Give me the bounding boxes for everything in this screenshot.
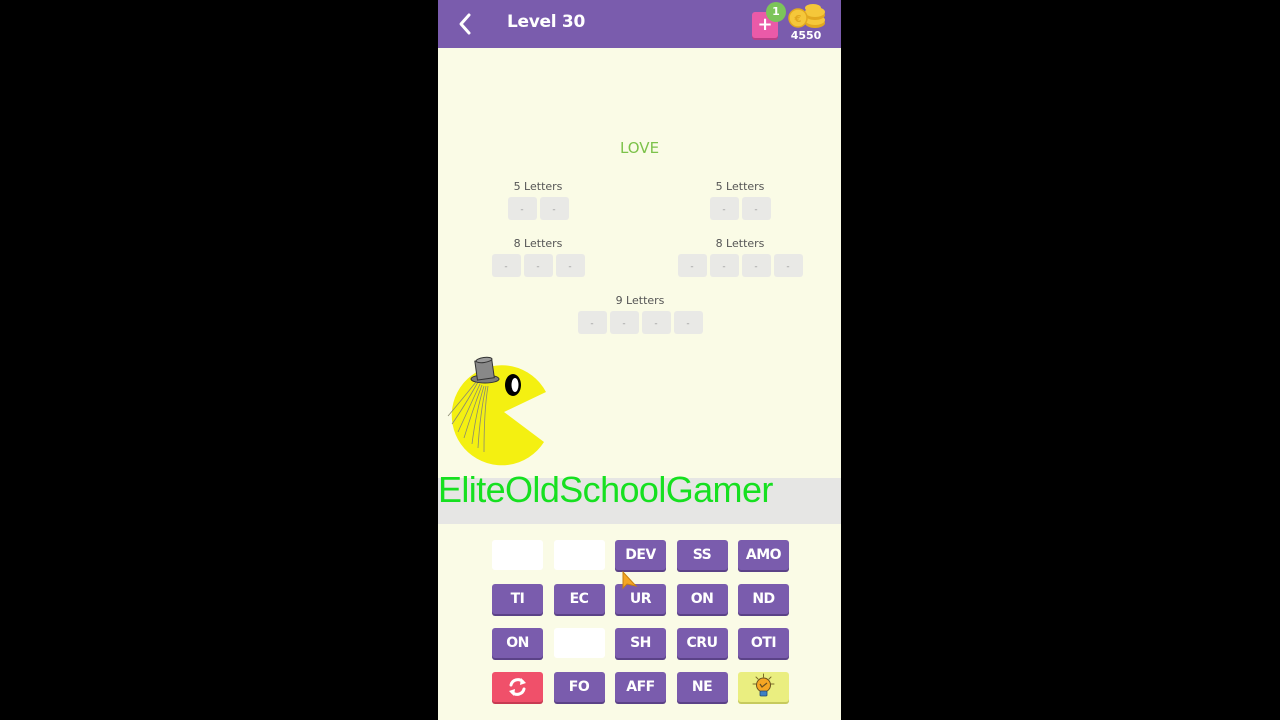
word-group: 5 Letters - - (700, 180, 780, 220)
notification-badge: 1 (766, 2, 786, 22)
letter-tile[interactable]: CRU (676, 628, 728, 658)
answer-slots: - - - (488, 254, 588, 277)
answer-slots: - - (498, 197, 578, 220)
chevron-left-icon (459, 13, 471, 35)
letter-slot: - (709, 254, 739, 277)
letter-tile[interactable]: OTI (738, 628, 789, 658)
tile-label: TI (510, 591, 525, 607)
word-length-label: 5 Letters (513, 180, 563, 193)
pacman-mascot-icon (447, 356, 546, 466)
tile-label: AMO (745, 547, 782, 563)
tile-label: UR (629, 591, 652, 607)
letter-slot: - (539, 197, 569, 220)
letter-tile[interactable]: TI (492, 584, 543, 614)
letter-tile[interactable]: AFF (615, 672, 666, 702)
tile-label: EC (569, 591, 589, 607)
top-bar: Level 30 + 1 € 4550 (438, 0, 841, 48)
letter-tile[interactable]: SH (615, 628, 666, 658)
back-button[interactable] (454, 10, 478, 38)
letter-slot: - (773, 254, 803, 277)
letter-tile[interactable]: UR (615, 584, 666, 614)
tile-label: NE (691, 679, 713, 695)
word-group: 8 Letters - - - - (670, 237, 810, 277)
letter-slot: - (609, 311, 639, 334)
letter-tile[interactable]: DEV (615, 540, 666, 570)
word-length-label: 5 Letters (715, 180, 765, 193)
letter-slot: - (555, 254, 585, 277)
word-length-label: 8 Letters (513, 237, 563, 250)
letter-slot: - (709, 197, 739, 220)
answer-slots: - - - - (670, 254, 810, 277)
letter-tile[interactable]: ON (676, 584, 728, 614)
hint-button[interactable] (738, 672, 789, 702)
tile-label: CRU (686, 635, 718, 651)
letter-tile[interactable]: ON (492, 628, 543, 658)
tile-label: ON (690, 591, 714, 607)
letter-slot: - (507, 197, 537, 220)
letter-slot: - (641, 311, 671, 334)
letter-slot: - (577, 311, 607, 334)
answer-slots: - - - - (570, 311, 710, 334)
letter-tile[interactable]: ND (738, 584, 789, 614)
theme-word: LOVE (619, 139, 660, 157)
tile-label: OTI (750, 635, 777, 651)
letter-tile[interactable]: EC (553, 584, 605, 614)
word-group: 8 Letters - - - (488, 237, 588, 277)
word-group: 9 Letters - - - - (570, 294, 710, 334)
word-length-label: 8 Letters (715, 237, 765, 250)
word-group: 5 Letters - - (498, 180, 578, 220)
svg-text:€: € (794, 14, 802, 25)
letter-slot: - (673, 311, 703, 334)
tile-label: DEV (625, 547, 656, 563)
letter-slot: - (741, 197, 771, 220)
letter-slot: - (523, 254, 553, 277)
tile-label: ON (506, 635, 529, 651)
letter-tile[interactable]: SS (676, 540, 728, 570)
tile-label: AFF (626, 679, 655, 695)
empty-tile (492, 540, 543, 570)
tile-label: SS (692, 547, 712, 563)
game-screen: Level 30 + 1 € 4550 LOVE 5 Letters - - 5… (438, 0, 841, 720)
level-title: Level 30 (507, 12, 585, 32)
empty-tile (553, 628, 605, 658)
tile-label: FO (568, 679, 590, 695)
answer-slots: - - (700, 197, 780, 220)
word-length-label: 9 Letters (615, 294, 665, 307)
coins-icon: € (788, 4, 825, 28)
empty-tile (553, 540, 605, 570)
tile-label: SH (630, 635, 651, 651)
letter-tile[interactable]: AMO (738, 540, 789, 570)
letter-tile[interactable]: FO (553, 672, 605, 702)
letter-slot: - (741, 254, 771, 277)
shuffle-button[interactable] (492, 672, 543, 702)
coin-count: 4550 (790, 29, 822, 42)
tile-label: ND (752, 591, 775, 607)
letter-slot: - (491, 254, 521, 277)
letter-slot: - (677, 254, 707, 277)
letter-tile[interactable]: NE (676, 672, 728, 702)
channel-watermark: EliteOldSchoolGamer (438, 469, 773, 510)
